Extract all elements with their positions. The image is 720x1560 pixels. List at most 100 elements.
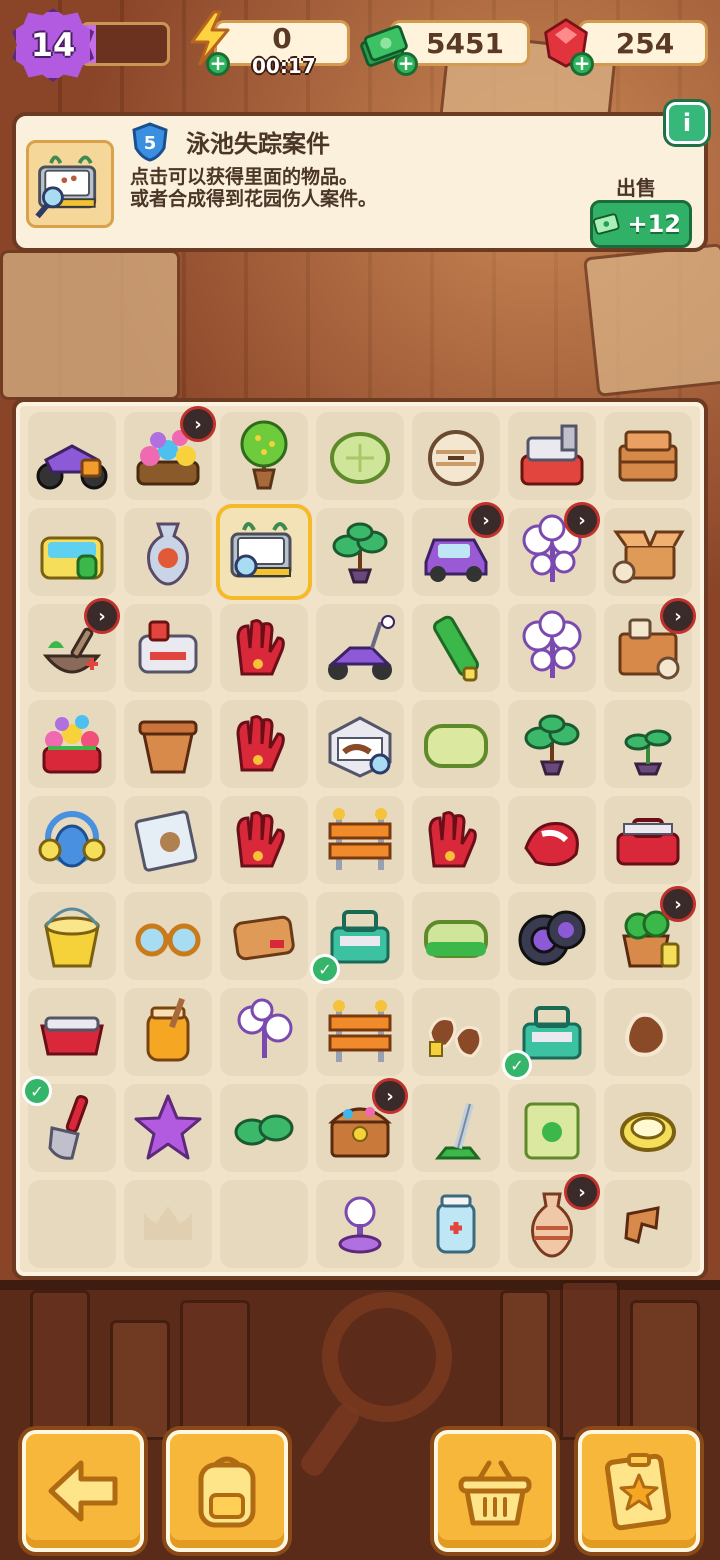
board-cell-road-barrier[interactable] <box>316 988 404 1076</box>
background-book <box>30 1290 90 1440</box>
board-cell-motorbike[interactable] <box>28 412 116 500</box>
board-cell-medicine-jar[interactable] <box>412 1180 500 1268</box>
board-cell-bonsai-sprout[interactable] <box>508 700 596 788</box>
energy-value: 0 <box>272 21 292 55</box>
board-cell-toolbox-red[interactable] <box>604 796 692 884</box>
board-cell-evidence-bag[interactable] <box>124 796 212 884</box>
board-cell-purple-scooter[interactable] <box>316 604 404 692</box>
backpack-button[interactable] <box>166 1430 288 1552</box>
board-cell-red-gloves[interactable] <box>220 700 308 788</box>
board-cell-empty[interactable] <box>28 1180 116 1268</box>
board-cell-clay-pot[interactable] <box>124 700 212 788</box>
board-cell-red-gloves[interactable] <box>220 796 308 884</box>
board-cell-red-tray[interactable] <box>28 988 116 1076</box>
level-badge[interactable]: 14 <box>12 8 94 82</box>
board-cell-leather-wallet[interactable] <box>220 892 308 980</box>
board-cell-clue-prints[interactable] <box>412 988 500 1076</box>
board-cell-yellow-ring[interactable] <box>604 1084 692 1172</box>
board-cell-wood-crates[interactable] <box>604 412 692 500</box>
board-cell-toolkit-green[interactable]: ✓ <box>310 892 404 984</box>
leather-wallet-icon <box>233 915 295 961</box>
motorbike-icon <box>36 444 108 490</box>
energy-plus-icon[interactable]: + <box>206 52 230 76</box>
board-cell-purple-car[interactable]: › <box>412 502 504 596</box>
sell-button[interactable]: +12 <box>590 200 692 248</box>
producer-timer-icon: › <box>468 502 504 538</box>
board-cell-red-gloves[interactable] <box>412 796 500 884</box>
xp-progress-bar <box>80 22 170 66</box>
board-cell-evidence-board[interactable] <box>316 700 404 788</box>
board-cell-honey-jar[interactable] <box>124 988 212 1076</box>
board-cell-lamp-tree[interactable] <box>508 604 596 692</box>
board-cell-gas-mask[interactable] <box>28 796 116 884</box>
board-cell-sprout-leaves[interactable] <box>220 1084 308 1172</box>
board-cell-lamp-tree[interactable]: › <box>508 502 600 596</box>
backpack-icon <box>198 1456 256 1528</box>
seed-bag-icon <box>524 1102 580 1160</box>
board-cell-case-file[interactable] <box>220 508 308 596</box>
basket-button[interactable] <box>434 1430 556 1552</box>
board-cell-shredder-machine[interactable] <box>124 604 212 692</box>
board-cell-bucket[interactable] <box>28 892 116 980</box>
board-cell-road-barrier[interactable] <box>316 796 404 884</box>
top-resource-bar: 14 0 + 00:17 5451 + 254 + <box>0 0 720 90</box>
board-cell-shredder[interactable] <box>508 412 596 500</box>
board-cell-green-tube[interactable] <box>412 604 500 692</box>
board-cell-pottery-vase[interactable]: › <box>508 1174 600 1268</box>
info-button-label: i <box>682 109 692 137</box>
board-cell-lamp-sprout[interactable] <box>220 988 308 1076</box>
shredder-machine-icon <box>138 620 198 674</box>
toolbox-red-icon <box>616 818 680 866</box>
board-cell-pool-box[interactable] <box>28 508 116 596</box>
board-cell-cabinet-box[interactable]: › <box>604 598 696 692</box>
board-cell-shovel[interactable]: ✓ <box>22 1076 116 1172</box>
board-cell-bandaged-ball[interactable] <box>412 412 500 500</box>
board-cell-rag-cloth[interactable] <box>508 796 596 884</box>
board-cell-purple-star[interactable] <box>124 1084 212 1172</box>
back-button[interactable] <box>22 1430 144 1552</box>
gem-counter[interactable]: 254 <box>578 20 708 66</box>
board-cell-open-box[interactable] <box>604 508 692 596</box>
sprout-leaves-icon <box>234 1114 294 1146</box>
board-cell-vacuum[interactable] <box>412 1084 500 1172</box>
open-box-icon <box>612 530 685 584</box>
lamp-sprout-icon <box>237 998 293 1058</box>
merge-board: › › › › › ✓ › ✓ ✓ › › <box>12 398 708 1280</box>
board-cell-mortar-pestle[interactable]: › <box>28 598 120 692</box>
gem-value: 254 <box>615 26 675 60</box>
board-cell-potted-plant[interactable]: › <box>604 886 696 980</box>
crown-ghost-icon <box>144 1206 192 1240</box>
red-gloves-icon <box>236 715 285 772</box>
board-cell-crown-ghost[interactable] <box>124 1180 212 1268</box>
gem-plus-icon[interactable]: + <box>570 52 594 76</box>
bonsai-tree-icon <box>240 420 288 490</box>
board-cell-seed-bag[interactable] <box>508 1084 596 1172</box>
board-cell-flower-basket[interactable] <box>28 700 116 788</box>
background-paper <box>0 250 180 400</box>
board-cell-tire[interactable] <box>508 892 596 980</box>
info-button[interactable]: i <box>666 102 708 144</box>
board-cell-sunglasses[interactable] <box>124 892 212 980</box>
road-barrier-icon <box>328 808 392 870</box>
board-cell-lamp-base[interactable] <box>316 1180 404 1268</box>
board-cell-empty[interactable] <box>220 1180 308 1268</box>
board-cell-toolkit-green[interactable]: ✓ <box>502 988 596 1080</box>
board-cell-broken-pot[interactable] <box>604 1180 692 1268</box>
board-cell-cucumber-slice[interactable] <box>316 412 404 500</box>
board-cell-soap-bar[interactable] <box>412 700 500 788</box>
board-cell-clue-print[interactable] <box>604 988 692 1076</box>
lamp-tree-icon <box>522 610 582 678</box>
board-cell-bonsai-sprout[interactable] <box>316 508 404 596</box>
board-cell-vase[interactable] <box>124 508 212 596</box>
producer-timer-icon: › <box>564 502 600 538</box>
board-cell-flower-box[interactable]: › <box>124 406 216 500</box>
sell-label: 出售 <box>616 176 656 200</box>
board-cell-seedling[interactable] <box>604 700 692 788</box>
casebook-button[interactable] <box>578 1430 700 1552</box>
board-cell-treasure-chest[interactable]: › <box>316 1078 408 1172</box>
cash-plus-icon[interactable]: + <box>394 52 418 76</box>
board-cell-red-gloves[interactable] <box>220 604 308 692</box>
board-cell-bonsai-tree[interactable] <box>220 412 308 500</box>
bucket-icon <box>44 907 100 968</box>
board-cell-sponge[interactable] <box>412 892 500 980</box>
